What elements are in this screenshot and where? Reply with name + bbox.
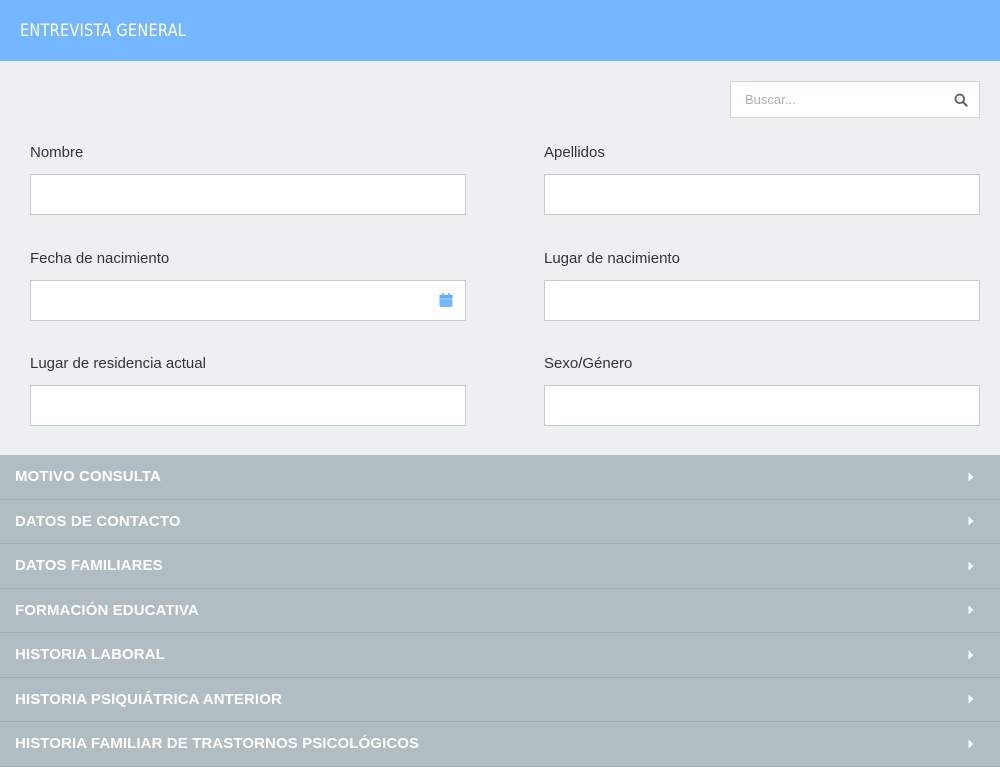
- search-input[interactable]: [731, 82, 943, 117]
- lugar-nacimiento-input[interactable]: [544, 280, 980, 321]
- search-box: [730, 81, 980, 118]
- calendar-icon[interactable]: [438, 292, 454, 308]
- caret-right-icon: [968, 561, 976, 571]
- nombre-label: Nombre: [30, 144, 84, 161]
- section-label: MOTIVO CONSULTA: [15, 468, 161, 486]
- residencia-label: Lugar de residencia actual: [30, 355, 206, 372]
- page-title: ENTREVISTA GENERAL: [20, 20, 187, 41]
- apellidos-label: Apellidos: [544, 144, 605, 161]
- section-datos-contacto[interactable]: DATOS DE CONTACTO: [0, 499, 1000, 544]
- general-interview-form: Nombre Apellidos Fecha de nacimiento Lug…: [0, 61, 1000, 455]
- section-label: HISTORIA PSIQUIÁTRICA ANTERIOR: [15, 690, 282, 708]
- lugar-nacimiento-label: Lugar de nacimiento: [544, 250, 680, 267]
- section-label: FORMACIÓN EDUCATIVA: [15, 601, 199, 619]
- caret-right-icon: [968, 472, 976, 482]
- caret-right-icon: [968, 739, 976, 749]
- section-historia-laboral[interactable]: HISTORIA LABORAL: [0, 633, 1000, 678]
- apellidos-input[interactable]: [544, 174, 980, 215]
- section-label: DATOS DE CONTACTO: [15, 512, 181, 530]
- caret-right-icon: [968, 605, 976, 615]
- caret-right-icon: [968, 650, 976, 660]
- fecha-nacimiento-input[interactable]: [30, 280, 466, 321]
- sexo-genero-label: Sexo/Género: [544, 355, 633, 372]
- section-datos-familiares[interactable]: DATOS FAMILIARES: [0, 544, 1000, 589]
- residencia-input[interactable]: [30, 385, 466, 426]
- search-icon[interactable]: [943, 82, 979, 117]
- nombre-input[interactable]: [30, 174, 466, 215]
- page-header: ENTREVISTA GENERAL: [0, 0, 1000, 61]
- section-historia-familiar-trastornos[interactable]: HISTORIA FAMILIAR DE TRASTORNOS PSICOLÓG…: [0, 722, 1000, 767]
- caret-right-icon: [968, 694, 976, 704]
- section-label: DATOS FAMILIARES: [15, 557, 163, 575]
- accordion-sections: MOTIVO CONSULTA DATOS DE CONTACTO DATOS …: [0, 455, 1000, 767]
- caret-right-icon: [968, 516, 976, 526]
- sexo-genero-input[interactable]: [544, 385, 980, 426]
- section-motivo-consulta[interactable]: MOTIVO CONSULTA: [0, 455, 1000, 500]
- fecha-nacimiento-label: Fecha de nacimiento: [30, 250, 170, 267]
- section-label: HISTORIA FAMILIAR DE TRASTORNOS PSICOLÓG…: [15, 735, 420, 753]
- section-label: HISTORIA LABORAL: [15, 646, 165, 664]
- section-formacion-educativa[interactable]: FORMACIÓN EDUCATIVA: [0, 588, 1000, 633]
- section-historia-psiquiatrica[interactable]: HISTORIA PSIQUIÁTRICA ANTERIOR: [0, 677, 1000, 722]
